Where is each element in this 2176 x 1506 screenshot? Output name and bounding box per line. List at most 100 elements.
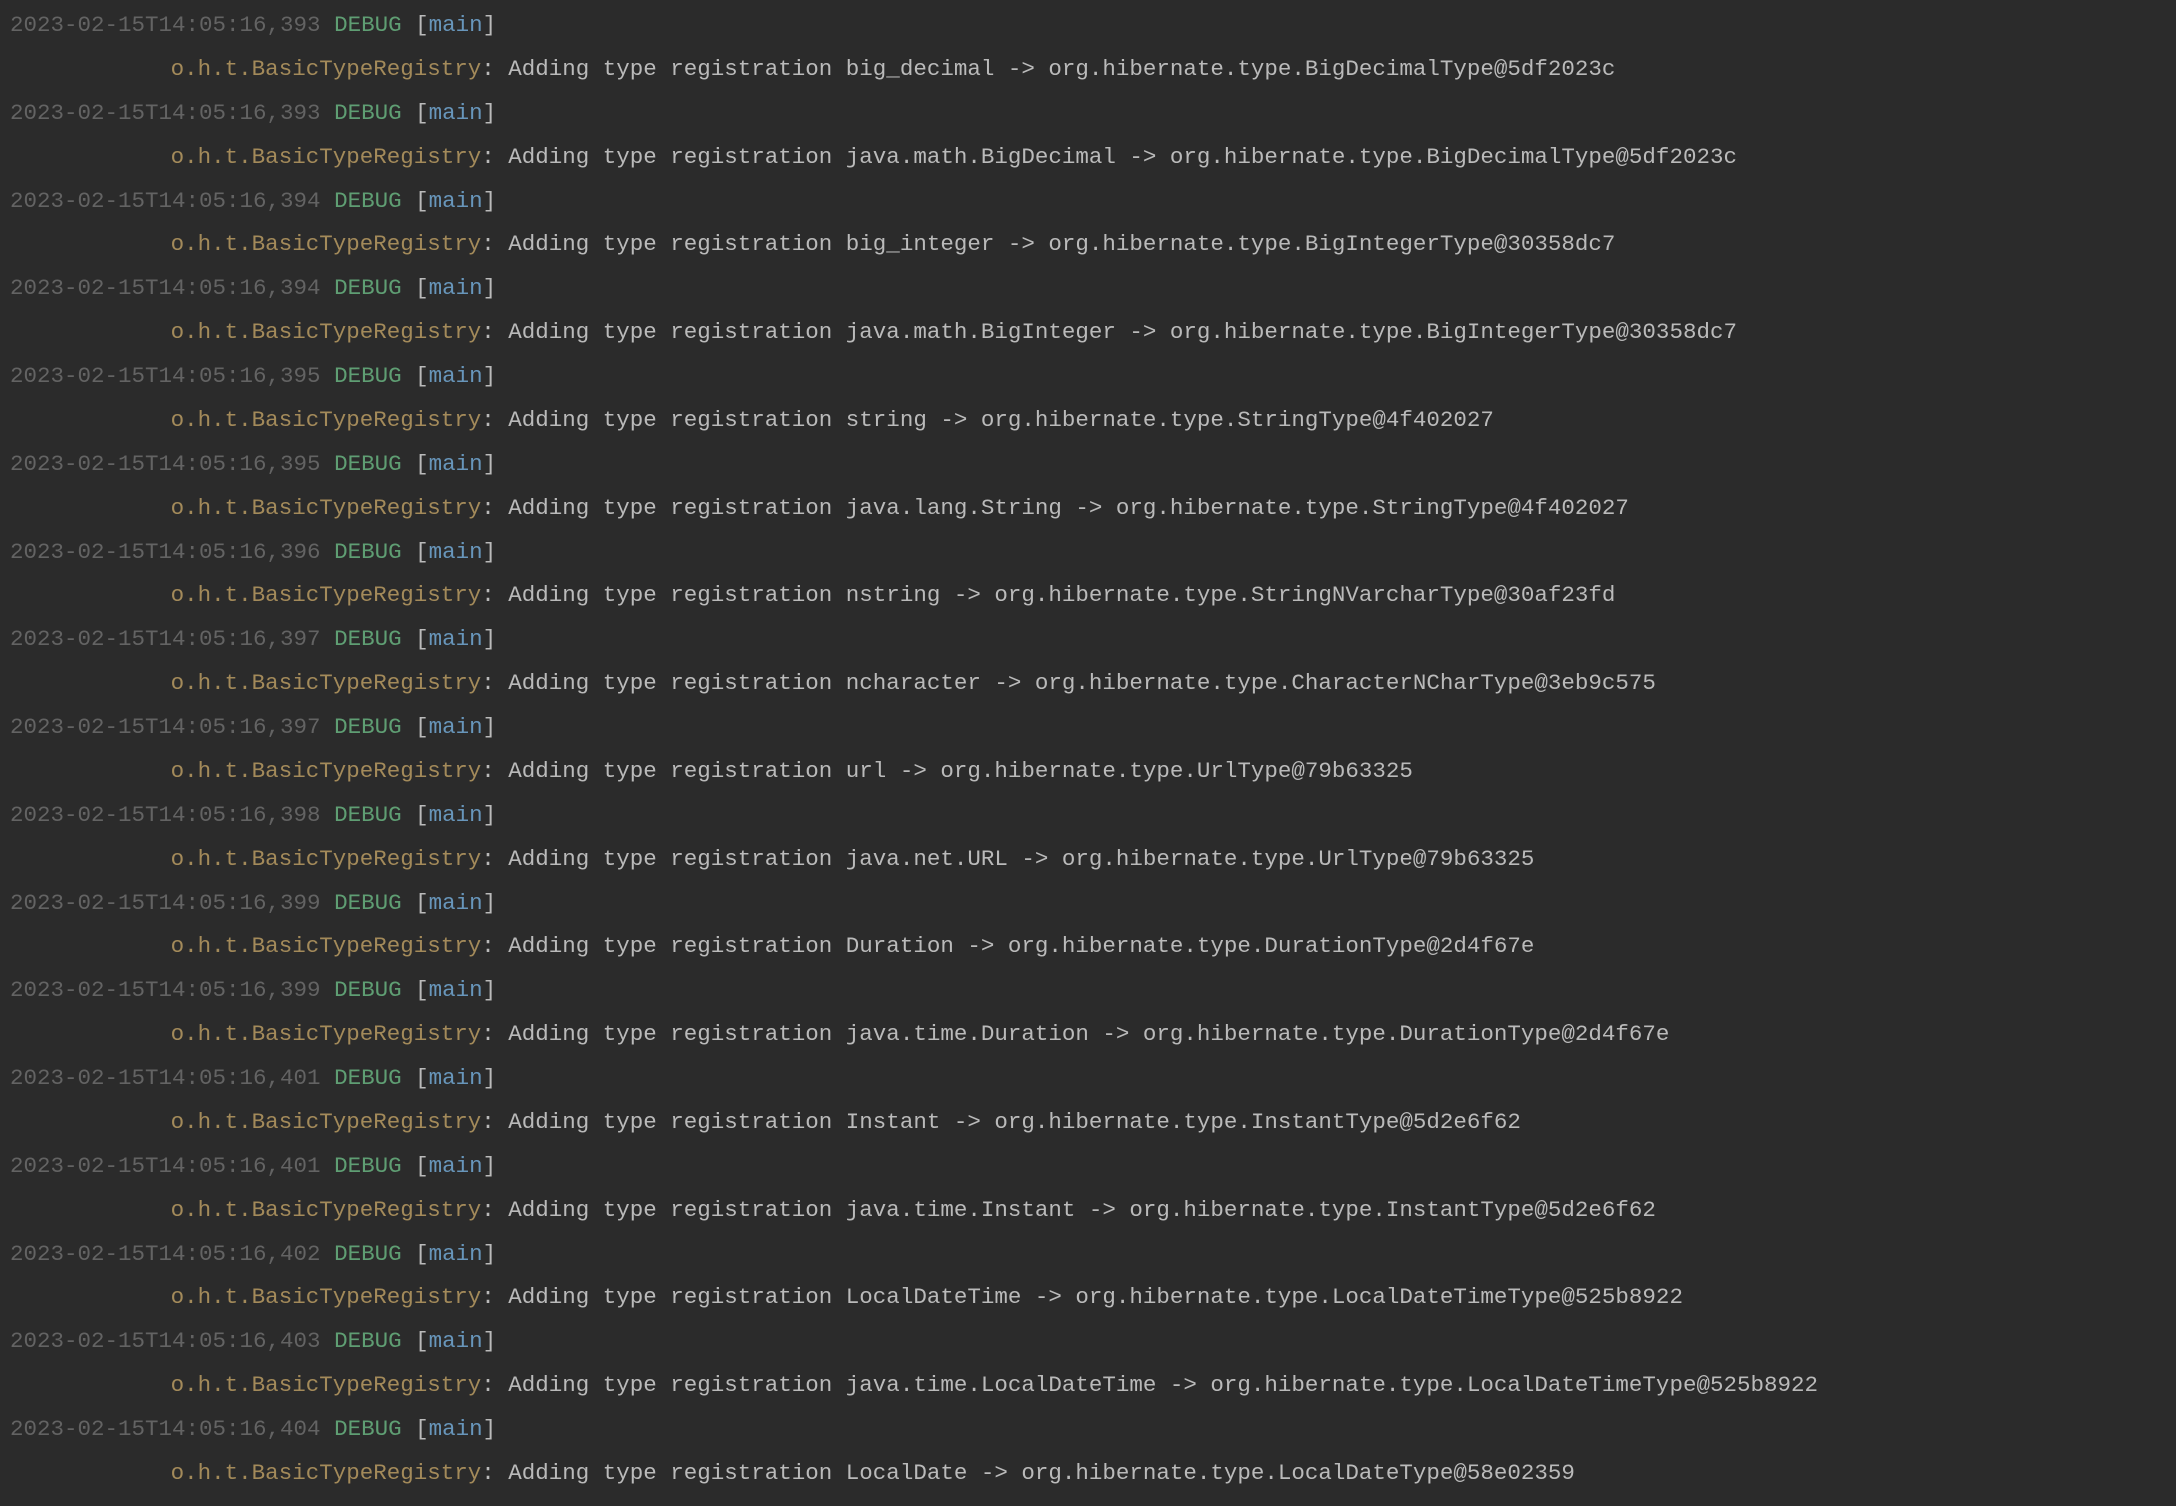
log-detail-line: o.h.t.BasicTypeRegistry: Adding type reg… [10,48,2166,92]
log-timestamp: 2023-02-15T14:05:16,399 [10,977,321,1003]
log-thread: main [429,977,483,1003]
log-timestamp: 2023-02-15T14:05:16,394 [10,188,321,214]
log-header-line: 2023-02-15T14:05:16,395 DEBUG [main] [10,355,2166,399]
log-separator: : [481,319,508,345]
bracket-open: [ [415,275,429,301]
log-message: Adding type registration java.math.BigIn… [508,319,1737,345]
log-level: DEBUG [334,1241,402,1267]
log-separator: : [481,670,508,696]
log-separator: : [481,1021,508,1047]
log-timestamp: 2023-02-15T14:05:16,395 [10,451,321,477]
log-thread: main [429,539,483,565]
log-detail-line: o.h.t.BasicTypeRegistry: Adding type reg… [10,487,2166,531]
log-logger: o.h.t.BasicTypeRegistry [171,407,482,433]
log-timestamp: 2023-02-15T14:05:16,393 [10,12,321,38]
log-logger: o.h.t.BasicTypeRegistry [171,495,482,521]
bracket-open: [ [415,451,429,477]
log-header-line: 2023-02-15T14:05:16,399 DEBUG [main] [10,882,2166,926]
log-separator: : [481,231,508,257]
log-level: DEBUG [334,275,402,301]
bracket-close: ] [483,1328,497,1354]
bracket-open: [ [415,890,429,916]
log-logger: o.h.t.BasicTypeRegistry [171,582,482,608]
log-level: DEBUG [334,363,402,389]
log-message: Adding type registration string -> org.h… [508,407,1494,433]
log-output-panel[interactable]: 2023-02-15T14:05:16,393 DEBUG [main]o.h.… [0,0,2176,1506]
log-header-line: 2023-02-15T14:05:16,398 DEBUG [main] [10,794,2166,838]
bracket-open: [ [415,100,429,126]
log-thread: main [429,714,483,740]
log-thread: main [429,1328,483,1354]
log-thread: main [429,1241,483,1267]
bracket-close: ] [483,12,497,38]
bracket-open: [ [415,802,429,828]
log-timestamp: 2023-02-15T14:05:16,396 [10,539,321,565]
log-detail-line: o.h.t.BasicTypeRegistry: Adding type reg… [10,1452,2166,1496]
log-header-line: 2023-02-15T14:05:16,397 DEBUG [main] [10,618,2166,662]
log-separator: : [481,758,508,784]
bracket-open: [ [415,1065,429,1091]
log-header-line: 2023-02-15T14:05:16,395 DEBUG [main] [10,443,2166,487]
bracket-open: [ [415,1328,429,1354]
bracket-close: ] [483,275,497,301]
log-timestamp: 2023-02-15T14:05:16,404 [10,1416,321,1442]
log-separator: : [481,1109,508,1135]
log-thread: main [429,1416,483,1442]
log-timestamp: 2023-02-15T14:05:16,399 [10,890,321,916]
log-thread: main [429,188,483,214]
log-logger: o.h.t.BasicTypeRegistry [171,846,482,872]
log-message: Adding type registration ncharacter -> o… [508,670,1656,696]
log-thread: main [429,1065,483,1091]
bracket-close: ] [483,363,497,389]
log-header-line: 2023-02-15T14:05:16,401 DEBUG [main] [10,1057,2166,1101]
log-message: Adding type registration nstring -> org.… [508,582,1615,608]
log-header-line: 2023-02-15T14:05:16,394 DEBUG [main] [10,267,2166,311]
bracket-close: ] [483,714,497,740]
log-timestamp: 2023-02-15T14:05:16,397 [10,714,321,740]
log-message: Adding type registration java.time.Local… [508,1372,1818,1398]
log-detail-line: o.h.t.BasicTypeRegistry: Adding type reg… [10,1013,2166,1057]
bracket-close: ] [483,451,497,477]
log-message: Adding type registration java.math.BigDe… [508,144,1737,170]
log-timestamp: 2023-02-15T14:05:16,403 [10,1328,321,1354]
bracket-close: ] [483,1153,497,1179]
log-detail-line: o.h.t.BasicTypeRegistry: Adding type reg… [10,1189,2166,1233]
log-detail-line: o.h.t.BasicTypeRegistry: Adding type reg… [10,925,2166,969]
log-header-line: 2023-02-15T14:05:16,393 DEBUG [main] [10,92,2166,136]
log-separator: : [481,846,508,872]
log-timestamp: 2023-02-15T14:05:16,397 [10,626,321,652]
log-logger: o.h.t.BasicTypeRegistry [171,758,482,784]
log-logger: o.h.t.BasicTypeRegistry [171,319,482,345]
log-separator: : [481,582,508,608]
log-separator: : [481,56,508,82]
log-logger: o.h.t.BasicTypeRegistry [171,1372,482,1398]
log-message: Adding type registration Instant -> org.… [508,1109,1521,1135]
bracket-close: ] [483,626,497,652]
log-level: DEBUG [334,1328,402,1354]
log-level: DEBUG [334,802,402,828]
log-level: DEBUG [334,188,402,214]
bracket-close: ] [483,1241,497,1267]
log-message: Adding type registration LocalDateTime -… [508,1284,1683,1310]
log-thread: main [429,890,483,916]
log-thread: main [429,451,483,477]
log-level: DEBUG [334,890,402,916]
log-message: Adding type registration java.lang.Strin… [508,495,1629,521]
bracket-open: [ [415,977,429,1003]
bracket-open: [ [415,1241,429,1267]
log-header-line: 2023-02-15T14:05:16,401 DEBUG [main] [10,1145,2166,1189]
log-separator: : [481,495,508,521]
log-detail-line: o.h.t.BasicTypeRegistry: Adding type reg… [10,750,2166,794]
bracket-open: [ [415,363,429,389]
log-thread: main [429,363,483,389]
log-timestamp: 2023-02-15T14:05:16,393 [10,100,321,126]
log-logger: o.h.t.BasicTypeRegistry [171,231,482,257]
log-message: Adding type registration Duration -> org… [508,933,1534,959]
log-logger: o.h.t.BasicTypeRegistry [171,144,482,170]
log-logger: o.h.t.BasicTypeRegistry [171,1460,482,1486]
bracket-open: [ [415,12,429,38]
log-level: DEBUG [334,12,402,38]
log-detail-line: o.h.t.BasicTypeRegistry: Adding type reg… [10,136,2166,180]
bracket-open: [ [415,1416,429,1442]
log-detail-line: o.h.t.BasicTypeRegistry: Adding type reg… [10,574,2166,618]
